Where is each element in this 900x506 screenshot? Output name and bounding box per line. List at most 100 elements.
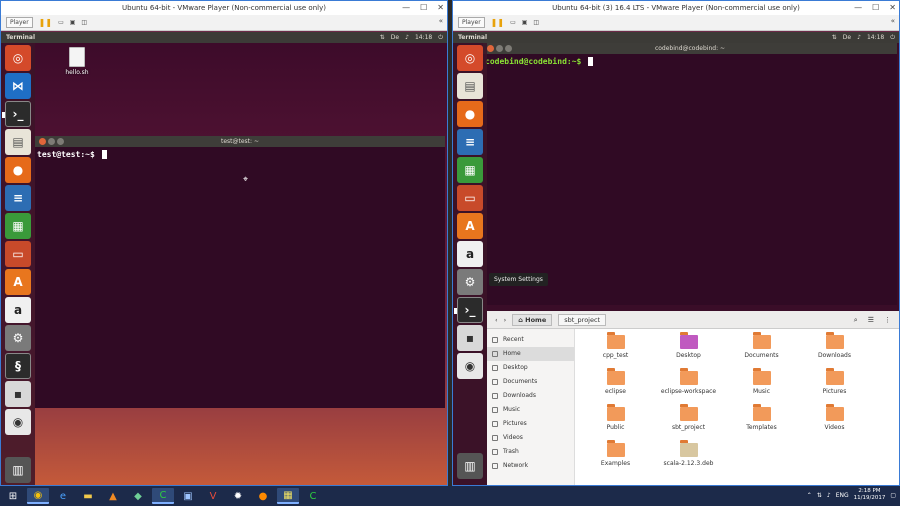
file-item[interactable]: Documents bbox=[725, 332, 798, 369]
network-icon[interactable]: ⇅ bbox=[832, 32, 837, 43]
explorer-icon[interactable]: ▬ bbox=[77, 488, 99, 504]
file-item[interactable]: Downloads bbox=[798, 332, 871, 369]
settings-icon[interactable]: ⚙ bbox=[457, 269, 483, 295]
sidebar-item-home[interactable]: Home bbox=[487, 347, 574, 361]
forward-icon[interactable]: › bbox=[504, 316, 507, 324]
terminal-output[interactable]: test@test:~$ bbox=[35, 147, 445, 162]
pause-icon[interactable]: ❚❚ bbox=[491, 18, 504, 27]
maximize-icon[interactable] bbox=[57, 138, 64, 145]
minimize-icon[interactable]: — bbox=[854, 1, 862, 15]
tray-network-icon[interactable]: ⇅ bbox=[817, 492, 822, 499]
vm-title-bar[interactable]: Ubuntu 64-bit - VMware Player (Non-comme… bbox=[1, 1, 447, 15]
amazon-icon[interactable]: a bbox=[5, 297, 31, 323]
panel-clock[interactable]: 14:18 bbox=[867, 32, 884, 43]
firefox-taskbar-icon[interactable]: ● bbox=[252, 488, 274, 504]
search-icon[interactable]: ⌕ bbox=[854, 316, 858, 325]
vlc-icon[interactable]: ▲ bbox=[102, 488, 124, 504]
player-menu-button[interactable]: Player bbox=[458, 17, 485, 28]
vm-device-icon[interactable]: ▭ bbox=[58, 19, 64, 26]
vm-unity-icon[interactable]: ◫ bbox=[81, 19, 87, 26]
tray-lang[interactable]: ENG bbox=[836, 492, 849, 499]
vm-title-bar[interactable]: Ubuntu 64-bit (3) 16.4 LTS - VMware Play… bbox=[453, 1, 899, 15]
sidebar-item-desktop[interactable]: Desktop bbox=[487, 361, 574, 375]
sidebar-item-documents[interactable]: Documents bbox=[487, 375, 574, 389]
dash-icon[interactable]: ◎ bbox=[5, 45, 31, 71]
camtasia-icon[interactable]: C bbox=[152, 488, 174, 504]
close-icon[interactable] bbox=[39, 138, 46, 145]
terminal-icon[interactable]: ›_ bbox=[2, 101, 31, 127]
power-icon[interactable]: ⏻ bbox=[890, 32, 895, 43]
desktop-file[interactable]: hello.sh bbox=[59, 47, 95, 76]
tray-up-icon[interactable]: ⌃ bbox=[807, 492, 812, 499]
maximize-icon[interactable]: ☐ bbox=[872, 1, 879, 15]
network-icon[interactable]: ⇅ bbox=[380, 32, 385, 43]
panel-clock[interactable]: 14:18 bbox=[415, 32, 432, 43]
vm-unity-icon[interactable]: ◫ bbox=[533, 19, 539, 26]
drive-icon[interactable]: ▪ bbox=[5, 381, 31, 407]
sidebar-item-trash[interactable]: Trash bbox=[487, 445, 574, 459]
dash-icon[interactable]: ◎ bbox=[457, 45, 483, 71]
chrome-icon[interactable]: ◉ bbox=[27, 488, 49, 504]
window-icon[interactable]: ▣ bbox=[177, 488, 199, 504]
file-item[interactable]: eclipse bbox=[579, 368, 652, 405]
terminal-title-bar[interactable]: test@test: ~ bbox=[35, 136, 445, 147]
drive-icon[interactable]: ▪ bbox=[457, 325, 483, 351]
vm-device-icon[interactable]: ▭ bbox=[510, 19, 516, 26]
file-item[interactable]: scala-2.12.3.deb bbox=[652, 440, 725, 477]
vscode-icon[interactable]: ⋈ bbox=[5, 73, 31, 99]
terminal-icon[interactable]: ›_ bbox=[454, 297, 483, 323]
minimize-icon[interactable]: — bbox=[402, 1, 410, 15]
breadcrumb-folder[interactable]: sbt_project bbox=[558, 313, 607, 326]
file-item[interactable]: cpp_test bbox=[579, 332, 652, 369]
keyboard-layout[interactable]: De bbox=[391, 32, 399, 43]
trash-icon[interactable]: ▥ bbox=[5, 457, 31, 483]
firefox-icon[interactable]: ● bbox=[5, 157, 31, 183]
terminal-window[interactable]: test@test: ~ test@test:~$ bbox=[35, 136, 445, 408]
files-icon[interactable]: ▤ bbox=[457, 73, 483, 99]
volume-icon[interactable]: ♪ bbox=[405, 32, 409, 43]
terminal-title-bar[interactable]: codebind@codebind: ~ bbox=[483, 43, 897, 54]
impress-icon[interactable]: ▭ bbox=[457, 185, 483, 211]
close-icon[interactable]: ✕ bbox=[889, 1, 896, 15]
chevron-icon[interactable]: « bbox=[891, 17, 895, 25]
minimize-icon[interactable] bbox=[48, 138, 55, 145]
player-menu-button[interactable]: Player bbox=[6, 17, 33, 28]
trash-icon[interactable]: ▥ bbox=[457, 453, 483, 479]
file-item[interactable]: Desktop bbox=[652, 332, 725, 369]
sidebar-item-network[interactable]: Network bbox=[487, 459, 574, 473]
sidebar-item-recent[interactable]: Recent bbox=[487, 333, 574, 347]
vivaldi-icon[interactable]: V bbox=[202, 488, 224, 504]
files-window[interactable]: ‹ › ⌂ Home sbt_project ⌕ ☰ ⋮ Recent Home… bbox=[487, 311, 899, 485]
power-icon[interactable]: ⏻ bbox=[438, 32, 443, 43]
writer-icon[interactable]: ≡ bbox=[5, 185, 31, 211]
writer-icon[interactable]: ≡ bbox=[457, 129, 483, 155]
sidebar-item-videos[interactable]: Videos bbox=[487, 431, 574, 445]
pause-icon[interactable]: ❚❚ bbox=[39, 18, 52, 27]
vm-screen-icon[interactable]: ▣ bbox=[522, 19, 528, 26]
minimize-icon[interactable] bbox=[496, 45, 503, 52]
maximize-icon[interactable] bbox=[505, 45, 512, 52]
dvd-icon[interactable]: ◉ bbox=[457, 353, 483, 379]
chevron-icon[interactable]: « bbox=[439, 17, 443, 25]
impress-icon[interactable]: ▭ bbox=[5, 241, 31, 267]
close-icon[interactable] bbox=[487, 45, 494, 52]
keyboard-layout[interactable]: De bbox=[843, 32, 851, 43]
file-item[interactable]: sbt_project bbox=[652, 404, 725, 441]
maximize-icon[interactable]: ☐ bbox=[420, 1, 427, 15]
back-icon[interactable]: ‹ bbox=[495, 316, 498, 324]
vmware-icon[interactable]: ▦ bbox=[277, 488, 299, 504]
firefox-icon[interactable]: ● bbox=[457, 101, 483, 127]
notification-icon[interactable]: ▢ bbox=[890, 492, 896, 499]
file-item[interactable]: Examples bbox=[579, 440, 652, 477]
software-center-icon[interactable]: A bbox=[5, 269, 31, 295]
calc-icon[interactable]: ▦ bbox=[457, 157, 483, 183]
start-icon[interactable]: ⊞ bbox=[2, 488, 24, 504]
terminal-icon-2[interactable]: § bbox=[5, 353, 31, 379]
dvd-icon[interactable]: ◉ bbox=[5, 409, 31, 435]
terminal-window[interactable]: codebind@codebind: ~ codebind@codebind:~… bbox=[483, 43, 897, 305]
amazon-icon[interactable]: a bbox=[457, 241, 483, 267]
file-item[interactable]: Music bbox=[725, 368, 798, 405]
file-item[interactable]: Templates bbox=[725, 404, 798, 441]
volume-icon[interactable]: ♪ bbox=[857, 32, 861, 43]
edge-icon[interactable]: e bbox=[52, 488, 74, 504]
